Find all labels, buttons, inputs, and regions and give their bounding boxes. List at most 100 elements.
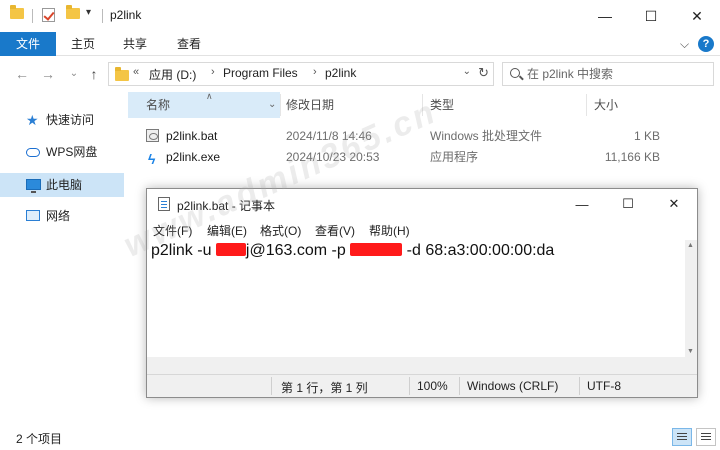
ribbon: 文件 主页 共享 查看 ⌵ ? bbox=[0, 32, 720, 56]
notepad-minimize-button[interactable]: — bbox=[559, 189, 605, 219]
star-icon: ★ bbox=[26, 112, 39, 128]
notepad-title: p2link.bat - 记事本 bbox=[177, 199, 276, 213]
search-box[interactable] bbox=[502, 62, 714, 86]
sidebar-item-this-pc[interactable]: 此电脑 bbox=[0, 173, 124, 197]
sidebar-item-label: 网络 bbox=[46, 209, 71, 223]
batch-file-icon bbox=[146, 129, 159, 142]
file-type: Windows 批处理文件 bbox=[430, 129, 543, 143]
sidebar-item-network[interactable]: 网络 bbox=[0, 204, 124, 228]
recent-locations-button[interactable]: ⌄ bbox=[64, 63, 84, 85]
menu-help[interactable]: 帮助(H) bbox=[369, 222, 410, 239]
column-header-modified[interactable]: 修改日期 bbox=[268, 92, 410, 118]
notepad-horizontal-scrollbar[interactable] bbox=[147, 357, 685, 374]
zoom-level: 100% bbox=[417, 379, 448, 393]
column-header-label: 名称 bbox=[146, 98, 171, 112]
menu-view[interactable]: 查看(V) bbox=[315, 222, 355, 239]
status-divider bbox=[459, 377, 460, 395]
file-name: p2link.bat bbox=[166, 129, 218, 143]
tab-view[interactable]: 查看 bbox=[166, 32, 212, 56]
minimize-button[interactable]: — bbox=[582, 0, 628, 32]
folder-icon[interactable] bbox=[10, 5, 24, 19]
up-button[interactable]: ↑ bbox=[84, 63, 104, 85]
command-device: -d 68:a3:00:00:00:da bbox=[402, 242, 555, 259]
line-ending: Windows (CRLF) bbox=[467, 379, 559, 393]
column-header-type[interactable]: 类型 bbox=[412, 92, 572, 118]
search-icon bbox=[510, 68, 520, 78]
column-header-size[interactable]: 大小 bbox=[576, 92, 676, 118]
notepad-vertical-scrollbar[interactable]: ▲ ▼ bbox=[685, 240, 697, 374]
computer-icon bbox=[26, 179, 41, 193]
column-header-name[interactable]: 名称 ∧ ⌄ bbox=[128, 91, 280, 118]
notepad-icon bbox=[158, 197, 170, 211]
large-icons-view-button[interactable] bbox=[696, 428, 716, 446]
file-size: 11,166 KB bbox=[604, 150, 660, 164]
menu-format[interactable]: 格式(O) bbox=[260, 222, 301, 239]
sidebar-item-label: 此电脑 bbox=[46, 178, 83, 192]
exe-file-icon: ϟ bbox=[148, 151, 156, 167]
ribbon-expand-icon[interactable]: ⌵ bbox=[680, 32, 689, 56]
address-bar[interactable]: « 应用 (D:) › Program Files › p2link ⌄ ↻ bbox=[108, 62, 494, 86]
scroll-up-icon[interactable]: ▲ bbox=[687, 242, 694, 249]
search-input[interactable] bbox=[527, 66, 707, 82]
menu-edit[interactable]: 编辑(E) bbox=[207, 222, 247, 239]
file-name: p2link.exe bbox=[166, 150, 221, 164]
column-header-label: 修改日期 bbox=[286, 98, 335, 112]
notepad-maximize-button[interactable]: ☐ bbox=[605, 189, 651, 219]
status-divider bbox=[271, 377, 272, 395]
file-size: 1 KB bbox=[633, 129, 660, 143]
properties-icon[interactable] bbox=[42, 8, 55, 22]
command-prefix: p2link -u bbox=[151, 242, 216, 259]
navigation-bar: ← → ⌄ ↑ « 应用 (D:) › Program Files › p2li… bbox=[0, 57, 720, 91]
cloud-icon bbox=[26, 148, 40, 157]
address-folder-icon bbox=[115, 67, 129, 81]
breadcrumb-p2link[interactable]: p2link bbox=[325, 66, 356, 80]
breadcrumb-separator[interactable]: › bbox=[313, 66, 317, 78]
navigation-pane: ★ 快速访问 WPS网盘 此电脑 网络 bbox=[0, 92, 128, 422]
encoding: UTF-8 bbox=[587, 379, 621, 393]
status-bar: 2 个项目 bbox=[0, 424, 720, 450]
file-modified: 2024/11/8 14:46 bbox=[286, 129, 372, 143]
notepad-text-area[interactable]: p2link -u j@163.com -p -d 68:a3:00:00:00… bbox=[147, 240, 685, 374]
breadcrumb-overflow[interactable]: « bbox=[133, 66, 139, 78]
refresh-icon[interactable]: ↻ bbox=[478, 65, 489, 81]
sidebar-item-wps-cloud[interactable]: WPS网盘 bbox=[0, 140, 124, 164]
file-row-p2link-bat[interactable]: p2link.bat 2024/11/8 14:46 Windows 批处理文件… bbox=[128, 125, 720, 147]
address-dropdown-icon[interactable]: ⌄ bbox=[463, 66, 471, 77]
explorer-title-bar: ▾ p2link — ☐ ✕ bbox=[0, 0, 720, 32]
quick-access-dropdown-icon[interactable]: ▾ bbox=[86, 7, 91, 18]
status-divider bbox=[409, 377, 410, 395]
notepad-window: p2link.bat - 记事本 — ☐ ✕ 文件(F) 编辑(E) 格式(O)… bbox=[146, 188, 698, 398]
sidebar-item-label: WPS网盘 bbox=[46, 145, 98, 159]
redacted-password bbox=[350, 243, 403, 256]
tab-file[interactable]: 文件 bbox=[0, 32, 56, 56]
details-view-button[interactable] bbox=[672, 428, 692, 446]
menu-file[interactable]: 文件(F) bbox=[153, 222, 192, 239]
new-folder-icon[interactable] bbox=[66, 5, 80, 19]
forward-button[interactable]: → bbox=[38, 63, 58, 85]
breadcrumb-drive[interactable]: 应用 (D:) bbox=[149, 66, 196, 83]
file-row-p2link-exe[interactable]: ϟ p2link.exe 2024/10/23 20:53 应用程序 11,16… bbox=[128, 146, 720, 168]
breadcrumb-program-files[interactable]: Program Files bbox=[223, 66, 298, 80]
file-modified: 2024/10/23 20:53 bbox=[286, 150, 380, 164]
column-header-label: 大小 bbox=[594, 98, 619, 112]
sort-ascending-icon: ∧ bbox=[206, 91, 213, 101]
command-line: p2link -u j@163.com -p -d 68:a3:00:00:00… bbox=[151, 242, 554, 260]
tab-share[interactable]: 共享 bbox=[112, 32, 158, 56]
breadcrumb-separator[interactable]: › bbox=[211, 66, 215, 78]
scroll-down-icon[interactable]: ▼ bbox=[687, 348, 694, 355]
back-button[interactable]: ← bbox=[12, 63, 32, 85]
window-title: p2link bbox=[110, 8, 142, 22]
close-button[interactable]: ✕ bbox=[674, 0, 720, 32]
notepad-close-button[interactable]: ✕ bbox=[651, 189, 697, 219]
notepad-title-bar[interactable]: p2link.bat - 记事本 — ☐ ✕ bbox=[147, 189, 697, 219]
tab-home[interactable]: 主页 bbox=[60, 32, 106, 56]
sidebar-item-quick-access[interactable]: ★ 快速访问 bbox=[0, 108, 124, 132]
help-icon[interactable]: ? bbox=[698, 36, 714, 52]
command-email-and-flag: j@163.com -p bbox=[245, 242, 351, 259]
sidebar-item-label: 快速访问 bbox=[46, 113, 95, 127]
notepad-menu-bar: 文件(F) 编辑(E) 格式(O) 查看(V) 帮助(H) bbox=[147, 220, 697, 240]
maximize-button[interactable]: ☐ bbox=[628, 0, 674, 32]
redacted-username bbox=[215, 243, 246, 256]
cursor-position: 第 1 行，第 1 列 bbox=[281, 381, 368, 395]
quick-access-separator bbox=[32, 9, 33, 23]
